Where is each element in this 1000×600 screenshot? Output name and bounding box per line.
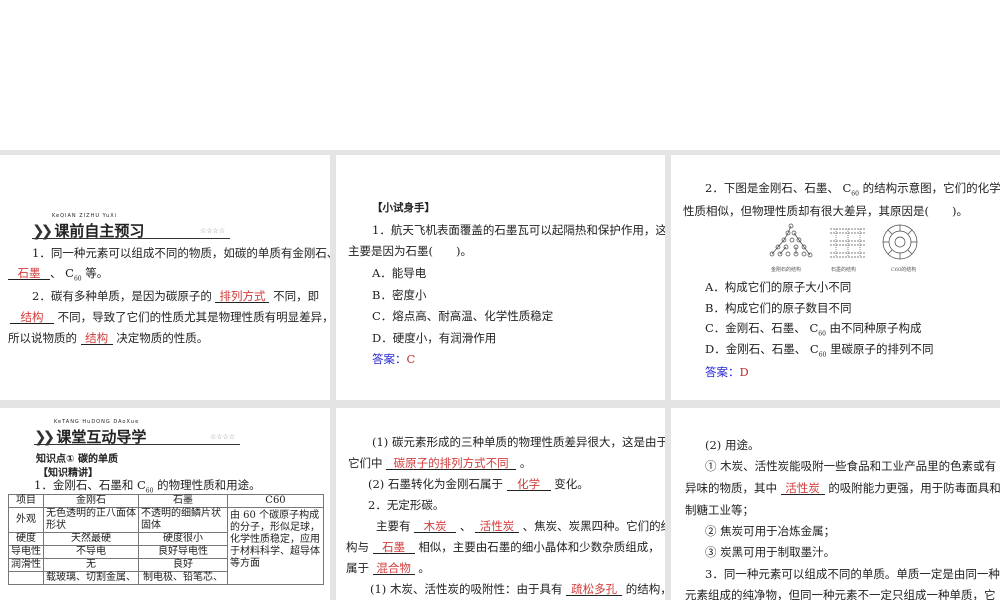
answer-blank: 活性炭 bbox=[780, 482, 825, 495]
answer-blank: 碳原子的排列方式不同 bbox=[386, 457, 517, 470]
slide-carbon-structures[interactable]: 2．下图是金刚石、石墨、 C60 的结构示意图，它们的化学 性质相似，但物理性质… bbox=[671, 155, 1000, 400]
text-line: ② 焦炭可用于冶炼金属； bbox=[705, 524, 836, 538]
option-c: C．熔点高、耐高温、化学性质稳定 bbox=[372, 309, 554, 323]
answer: 答案：D bbox=[705, 365, 749, 379]
section-header: ❯❯ 课前自主预习 KeQIAN ZIZHU YuXi ☆☆☆☆ bbox=[32, 213, 230, 241]
option-d: D．硬度小，有润滑作用 bbox=[372, 331, 497, 345]
option-c: C．金刚石、石墨、 C60 由不同种原子构成 bbox=[705, 321, 922, 338]
text-line: 异味的物质，其中 活性炭 的吸附能力更强，用于防毒面具和 bbox=[685, 481, 1000, 495]
text-line: (2) 石墨转化为金刚石属于 化学 变化。 bbox=[368, 477, 589, 491]
slide-classroom-guide[interactable]: ❯❯ 课堂互动导学 KeTANG HuDONG DAoXue ☆☆☆☆ 知识点①… bbox=[0, 408, 330, 600]
diamond-structure-icon bbox=[769, 223, 813, 258]
question-text: 1．航天飞机表面覆盖的石墨瓦可以起隔热和保护作用，这 bbox=[372, 223, 665, 237]
table-header-row: 项目 金刚石 石墨 C60 bbox=[8, 494, 324, 508]
answer: 答案：C bbox=[372, 352, 416, 366]
stars-icon: ☆☆☆☆ bbox=[210, 433, 236, 441]
slide-amorphous-carbon[interactable]: (1) 碳元素形成的三种单质的物理性质差异很大，这是由于 它们中 碳原子的排列方… bbox=[336, 408, 665, 600]
answer-blank: 石墨 bbox=[8, 267, 50, 280]
c60-caption: C60的结构 bbox=[891, 267, 917, 273]
text-line: 制糖工业等； bbox=[685, 503, 754, 517]
text-line: (2) 用途。 bbox=[705, 438, 760, 452]
text-line: 属于 混合物 。 bbox=[346, 561, 430, 575]
slide-carbon-uses[interactable]: (2) 用途。 ① 木炭、活性炭能吸附一些食品和工业产品里的色素或有 异味的物质… bbox=[671, 408, 1000, 600]
question-text: 2．下图是金刚石、石墨、 C60 的结构示意图，它们的化学 bbox=[705, 181, 1000, 198]
text-line: ③ 炭黑可用于制取墨汁。 bbox=[705, 545, 836, 559]
answer-blank: 结构 bbox=[80, 332, 113, 345]
section-pinyin: KeTANG HuDONG DAoXue bbox=[54, 419, 140, 425]
text-line: (1) 木炭、活性炭的吸附性：由于具有 疏松多孔 的结构， bbox=[370, 582, 665, 596]
quiz-heading: 【小试身手】 bbox=[372, 202, 435, 214]
text-line: 1．同一种元素可以组成不同的物质，如碳的单质有金刚石、 bbox=[32, 246, 330, 260]
answer-blank: 混合物 bbox=[372, 562, 415, 575]
slide-preview-study[interactable]: ❯❯ 课前自主预习 KeQIAN ZIZHU YuXi ☆☆☆☆ 1．同一种元素… bbox=[0, 155, 330, 400]
answer-blank: 化学 bbox=[506, 478, 551, 491]
option-b: B．密度小 bbox=[372, 288, 427, 302]
option-d: D．金刚石、石墨、 C60 里碳原子的排列不同 bbox=[705, 342, 934, 359]
answer-blank: 活性炭 bbox=[474, 520, 519, 533]
text-line: 它们中 碳原子的排列方式不同 。 bbox=[348, 456, 532, 470]
graphite-structure-icon bbox=[830, 228, 866, 258]
text-line: 主要有 木炭 、 活性炭 、焦炭、炭黑四种。它们的结 bbox=[376, 519, 665, 533]
text-line: ① 木炭、活性炭能吸附一些食品和工业产品里的色素或有 bbox=[705, 459, 997, 473]
properties-table: 项目 金刚石 石墨 C60 外观 无色透明的正八面体形状 不透明的细鳞片状固体由 60 个… bbox=[8, 494, 324, 585]
section-header: ❯❯ 课堂互动导学 KeTANG HuDONG DAoXue ☆☆☆☆ bbox=[34, 419, 240, 447]
carbon-structure-diagrams bbox=[769, 223, 918, 260]
c60-structure-icon bbox=[882, 224, 918, 260]
option-a: A．构成它们的原子大小不同 bbox=[705, 280, 852, 294]
answer-blank: 木炭 bbox=[414, 520, 457, 533]
question-text: 主要是因为石墨( )。 bbox=[348, 244, 472, 258]
stars-icon: ☆☆☆☆ bbox=[200, 227, 226, 235]
text-line: 石墨、 C60 等。 bbox=[8, 265, 108, 282]
answer-blank: 排列方式 bbox=[215, 290, 270, 303]
option-a: A．能导电 bbox=[372, 266, 427, 280]
diamond-caption: 金刚石的结构 bbox=[771, 267, 802, 273]
text-line: 2．碳有多种单质，是因为碳原子的 排列方式 不同，即 bbox=[32, 289, 320, 303]
option-b: B．构成它们的原子数目不同 bbox=[705, 301, 852, 315]
knowledge-point: 知识点① 碳的单质 bbox=[36, 454, 118, 465]
text-line: 元素组成的纯净物，但同一种元素不一定只组成一种单质，它 bbox=[685, 588, 996, 600]
text-line: 构与 石墨 相似，主要由石墨的细小晶体和少数杂质组成， bbox=[346, 540, 660, 554]
text-line: 1．金刚石、石墨和 C60 的物理性质和用途。 bbox=[34, 478, 261, 495]
text-line: 结构 不同，导致了它们的性质尤其是物理性质有明显差异， bbox=[10, 309, 330, 325]
answer-blank: 石墨 bbox=[372, 541, 415, 554]
slide-quick-quiz[interactable]: 【小试身手】 1．航天飞机表面覆盖的石墨瓦可以起隔热和保护作用，这 主要是因为石… bbox=[336, 155, 665, 400]
section-pinyin: KeQIAN ZIZHU YuXi bbox=[52, 213, 118, 219]
text-line: 3．同一种元素可以组成不同的单质。单质一定是由同一种 bbox=[705, 567, 1000, 581]
text-line: 所以说物质的 结构 决定物质的性质。 bbox=[8, 331, 209, 345]
text-line: 2．无定形碳。 bbox=[368, 498, 445, 512]
graphite-caption: 石墨的结构 bbox=[831, 267, 857, 273]
question-text: 性质相似，但物理性质却有很大差异，其原因是( )。 bbox=[683, 204, 968, 218]
answer-blank: 结构 bbox=[10, 311, 54, 324]
text-line: (1) 碳元素形成的三种单质的物理性质差异很大，这是由于 bbox=[372, 435, 665, 449]
table-row: 外观 无色透明的正八面体形状 不透明的细鳞片状固体由 60 个碳原子构成的分子，形似… bbox=[8, 507, 324, 585]
answer-blank: 疏松多孔 bbox=[566, 583, 623, 596]
